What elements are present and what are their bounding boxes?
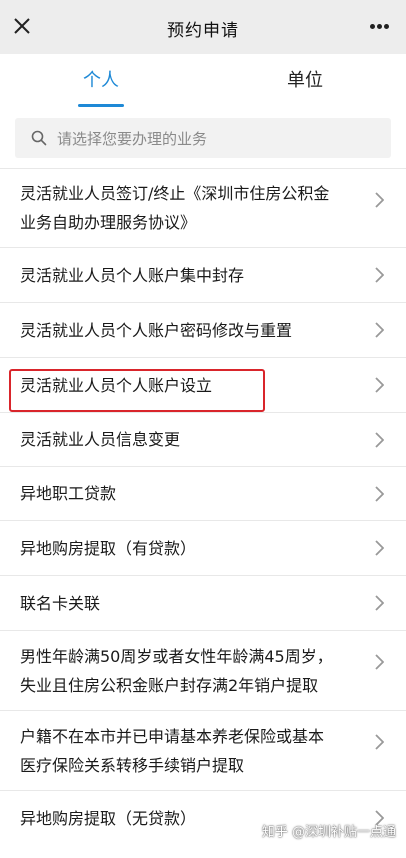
more-icon[interactable] xyxy=(370,24,390,30)
chevron-right-icon xyxy=(374,267,384,283)
list-item-label: 灵活就业人员个人账户集中封存 xyxy=(20,266,245,285)
list-item-label: 异地购房提取（有贷款） xyxy=(20,539,197,558)
tab-bar: 个人 单位 xyxy=(0,54,406,110)
list-item[interactable]: 异地职工贷款 xyxy=(0,467,406,521)
chevron-right-icon xyxy=(374,377,384,393)
chevron-right-icon xyxy=(374,486,384,502)
list-item-label: 异地职工贷款 xyxy=(20,484,117,503)
chevron-right-icon xyxy=(374,432,384,448)
list-item-label: 灵活就业人员信息变更 xyxy=(20,430,181,449)
tab-personal[interactable]: 个人 xyxy=(66,66,136,107)
highlight-box xyxy=(9,369,265,412)
search-input[interactable]: 请选择您要办理的业务 xyxy=(15,118,391,158)
list-item[interactable]: 灵活就业人员信息变更 xyxy=(0,413,406,467)
list-item[interactable]: 灵活就业人员个人账户集中封存 xyxy=(0,248,406,303)
tab-unit-label: 单位 xyxy=(287,70,323,91)
watermark: 知乎 @深圳补贴一点通 xyxy=(261,825,396,840)
list-item[interactable]: 异地购房提取（有贷款） xyxy=(0,521,406,576)
tab-personal-label: 个人 xyxy=(83,70,119,91)
page-title: 预约申请 xyxy=(167,21,239,41)
search-icon xyxy=(31,130,47,146)
list-item[interactable]: 户籍不在本市并已申请基本养老保险或基本 医疗保险关系转移手续销户提取 xyxy=(0,711,406,791)
chevron-right-icon xyxy=(374,734,384,750)
list-item[interactable]: 男性年龄满50周岁或者女性年龄满45周岁， 失业且住房公积金账户封存满2年销户提取 xyxy=(0,631,406,711)
tab-unit[interactable]: 单位 xyxy=(270,66,340,102)
list-item[interactable]: 联名卡关联 xyxy=(0,576,406,631)
title-bar: 预约申请 xyxy=(0,0,406,54)
list-item-label: 户籍不在本市并已申请基本养老保险或基本 医疗保险关系转移手续销户提取 xyxy=(20,727,325,775)
business-list: 灵活就业人员签订/终止《深圳市住房公积金 业务自助办理服务协议》 灵活就业人员个人… xyxy=(0,169,406,846)
list-item-label: 灵活就业人员个人账户密码修改与重置 xyxy=(20,321,293,340)
active-tab-indicator xyxy=(78,104,124,107)
list-item[interactable]: 灵活就业人员签订/终止《深圳市住房公积金 业务自助办理服务协议》 xyxy=(0,169,406,248)
list-item[interactable]: 灵活就业人员个人账户密码修改与重置 xyxy=(0,303,406,358)
search-section: 请选择您要办理的业务 xyxy=(0,110,406,168)
list-item-label: 灵活就业人员签订/终止《深圳市住房公积金 业务自助办理服务协议》 xyxy=(20,184,330,232)
chevron-right-icon xyxy=(374,595,384,611)
search-placeholder: 请选择您要办理的业务 xyxy=(57,130,208,148)
list-item-label: 联名卡关联 xyxy=(20,594,101,613)
chevron-right-icon xyxy=(374,192,384,208)
chevron-right-icon xyxy=(374,654,384,670)
list-item-label: 男性年龄满50周岁或者女性年龄满45周岁， 失业且住房公积金账户封存满2年销户提取 xyxy=(20,647,333,695)
chevron-right-icon xyxy=(374,322,384,338)
chevron-right-icon xyxy=(374,540,384,556)
